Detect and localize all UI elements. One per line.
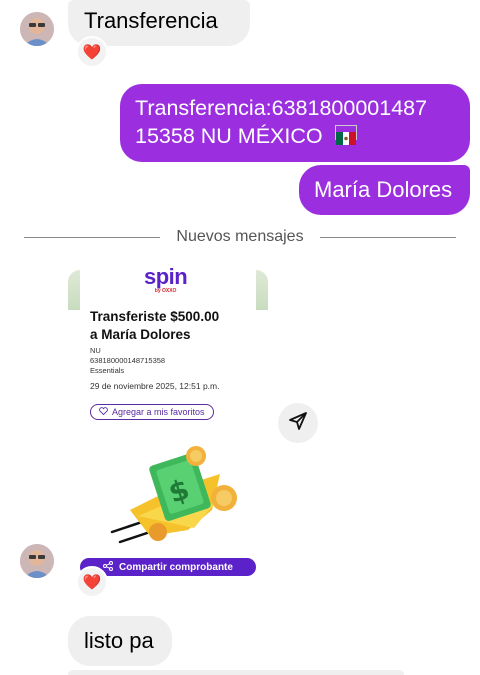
outgoing-message-bubble[interactable]: María Dolores <box>299 165 470 215</box>
message-text: María Dolores <box>314 177 453 202</box>
receipt-title: Transferiste $500.00 a María Dolores <box>90 309 220 342</box>
receipt-image[interactable]: spin by OXXO Transferiste $500.00 a Marí… <box>68 262 268 580</box>
send-icon <box>288 411 308 436</box>
incoming-message-bubble[interactable]: listo pa <box>68 616 172 666</box>
heart-outline-icon <box>99 407 108 417</box>
heart-icon: ❤️ <box>82 574 102 591</box>
forward-button[interactable] <box>278 403 318 443</box>
message-text: listo pa <box>84 628 154 653</box>
receipt-card: spin by OXXO Transferiste $500.00 a Marí… <box>80 262 256 552</box>
message-text-line1: Transferencia:6381800001487 <box>135 96 428 120</box>
receipt-datetime: 29 de noviembre 2025, 12:51 p.m. <box>90 381 220 391</box>
divider-line-left <box>24 237 160 238</box>
divider-line-right <box>320 237 456 238</box>
outgoing-message-bubble[interactable]: Transferencia:6381800001487 15358 NU MÉX… <box>120 84 470 162</box>
next-message-bubble-partial <box>68 670 404 675</box>
receipt-right-accent <box>256 270 268 310</box>
new-messages-divider: Nuevos mensajes <box>176 228 304 245</box>
mexico-flag-icon <box>334 125 357 145</box>
heart-reaction[interactable]: ❤️ <box>76 566 108 598</box>
receipt-left-accent <box>68 270 80 310</box>
heart-reaction[interactable]: ❤️ <box>76 36 108 68</box>
heart-icon: ❤️ <box>82 44 102 61</box>
avatar-image <box>20 12 54 46</box>
message-text-line2: 15358 NU MÉXICO <box>135 124 323 148</box>
message-text: Transferencia <box>84 8 218 33</box>
avatar[interactable] <box>20 12 54 46</box>
favorites-button[interactable]: Agregar a mis favoritos <box>90 404 214 420</box>
avatar-image <box>20 544 54 578</box>
money-illustration: $ <box>110 440 250 550</box>
receipt-details: NU 638180000148715358 Essentials <box>90 346 166 375</box>
avatar[interactable] <box>20 544 54 578</box>
spin-logo: spin by OXXO <box>144 264 188 294</box>
share-receipt-button[interactable]: Compartir comprobante <box>80 558 256 576</box>
